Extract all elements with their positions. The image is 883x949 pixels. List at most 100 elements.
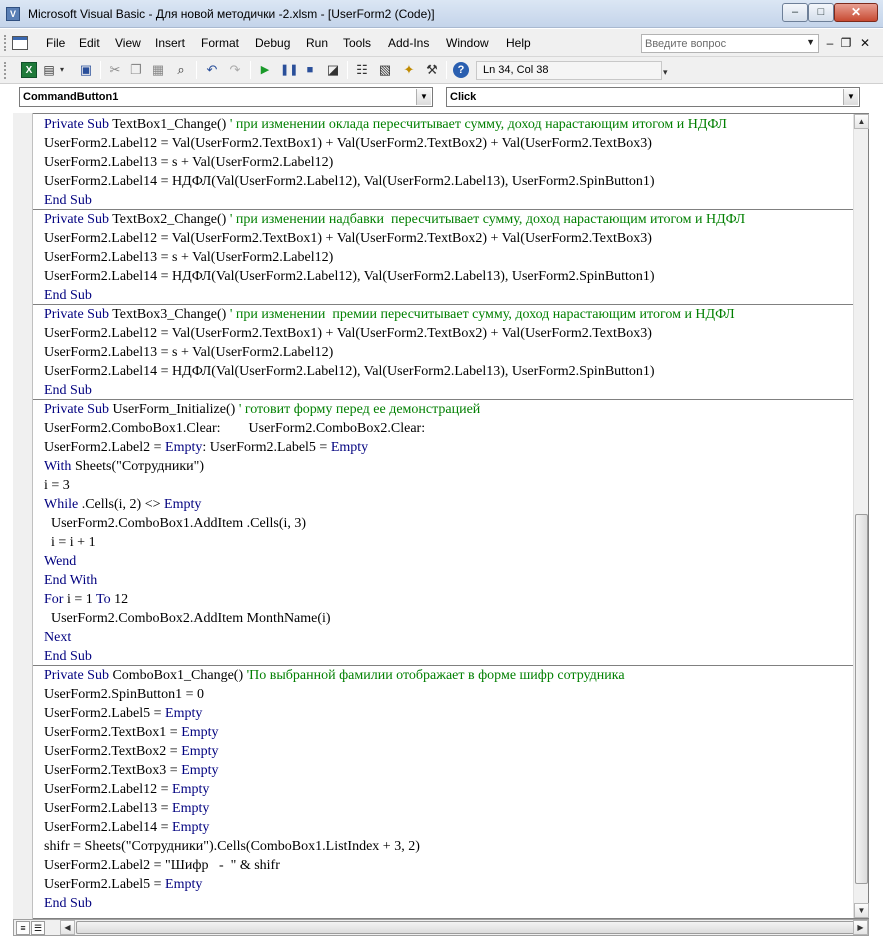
code-line[interactable]: UserForm2.Label14 = Empty [44, 818, 852, 837]
code-line[interactable]: End Sub [44, 647, 852, 666]
menu-window[interactable]: Window [446, 36, 489, 50]
horizontal-scroll-thumb[interactable] [76, 921, 856, 934]
chevron-down-icon[interactable]: ▼ [806, 37, 815, 47]
vertical-scrollbar[interactable]: ▲ ▼ [853, 114, 869, 918]
margin-indicator-bar[interactable] [13, 113, 33, 919]
code-line[interactable]: Wend [44, 552, 852, 571]
save-icon[interactable]: ▣ [78, 62, 94, 78]
copy-icon[interactable]: ❐ [128, 62, 144, 78]
code-line[interactable]: End Sub [44, 286, 852, 305]
code-line[interactable]: For i = 1 To 12 [44, 590, 852, 609]
code-line[interactable]: UserForm2.Label12 = Val(UserForm2.TextBo… [44, 324, 852, 343]
code-line[interactable]: UserForm2.Label5 = Empty [44, 704, 852, 723]
code-line[interactable]: Private Sub TextBox2_Change() ' при изме… [44, 210, 852, 229]
code-line[interactable]: UserForm2.Label13 = Empty [44, 799, 852, 818]
code-line[interactable]: Private Sub ComboBox1_Change() 'По выбра… [44, 666, 852, 685]
code-window-icon[interactable] [12, 36, 28, 50]
code-line[interactable]: Private Sub TextBox3_Change() ' при изме… [44, 305, 852, 324]
properties-icon[interactable]: ▧ [377, 62, 393, 78]
redo-icon[interactable]: ↷ [227, 62, 243, 78]
full-module-view-icon[interactable]: ☰ [31, 921, 45, 935]
help-question-input[interactable] [645, 37, 805, 51]
mdi-restore-button[interactable]: ❐ [839, 36, 853, 50]
toolbar-grip[interactable] [4, 62, 8, 79]
code-area[interactable]: Private Sub TextBox1_Change() ' при изме… [44, 115, 852, 917]
mdi-close-button[interactable]: ✕ [858, 36, 872, 50]
code-line[interactable]: UserForm2.TextBox2 = Empty [44, 742, 852, 761]
reset-icon[interactable]: ■ [302, 62, 318, 78]
minimize-button[interactable]: – [782, 3, 808, 22]
chevron-down-icon[interactable]: ▼ [843, 89, 858, 105]
code-line[interactable]: UserForm2.Label12 = Val(UserForm2.TextBo… [44, 134, 852, 153]
code-line[interactable]: UserForm2.TextBox1 = Empty [44, 723, 852, 742]
code-line[interactable]: End Sub [44, 191, 852, 210]
code-line[interactable]: UserForm2.Label14 = НДФЛ(Val(UserForm2.L… [44, 172, 852, 191]
code-line[interactable]: UserForm2.SpinButton1 = 0 [44, 685, 852, 704]
chevron-down-icon[interactable]: ▼ [416, 89, 431, 105]
paste-icon[interactable]: ▦ [150, 62, 166, 78]
code-line[interactable]: UserForm2.Label13 = s + Val(UserForm2.La… [44, 343, 852, 362]
code-line[interactable]: UserForm2.ComboBox1.AddItem .Cells(i, 3) [44, 514, 852, 533]
code-line[interactable]: UserForm2.Label2 = "Шифр - " & shifr [44, 856, 852, 875]
find-icon[interactable]: ⌕ [173, 62, 189, 78]
code-line[interactable]: UserForm2.Label12 = Val(UserForm2.TextBo… [44, 229, 852, 248]
excel-icon[interactable]: X [21, 62, 37, 78]
scroll-right-button[interactable]: ▶ [853, 920, 868, 935]
help-icon[interactable]: ? [453, 62, 469, 78]
code-line[interactable]: While .Cells(i, 2) <> Empty [44, 495, 852, 514]
code-line[interactable]: UserForm2.Label5 = Empty [44, 875, 852, 894]
code-line[interactable]: Private Sub UserForm_Initialize() ' гото… [44, 400, 852, 419]
menu-edit[interactable]: Edit [79, 36, 100, 50]
code-line[interactable]: End Sub [44, 381, 852, 400]
code-line[interactable]: UserForm2.ComboBox1.Clear: UserForm2.Com… [44, 419, 852, 438]
toolbox-icon[interactable]: ⚒ [424, 62, 440, 78]
code-line[interactable]: UserForm2.Label14 = НДФЛ(Val(UserForm2.L… [44, 362, 852, 381]
code-line[interactable]: UserForm2.Label13 = s + Val(UserForm2.La… [44, 153, 852, 172]
cut-icon[interactable]: ✂ [107, 62, 123, 78]
design-mode-icon[interactable]: ◪ [325, 62, 341, 78]
code-line[interactable]: UserForm2.ComboBox2.AddItem MonthName(i) [44, 609, 852, 628]
scroll-left-button[interactable]: ◀ [60, 920, 75, 935]
code-line[interactable]: UserForm2.Label13 = s + Val(UserForm2.La… [44, 248, 852, 267]
code-line[interactable]: UserForm2.TextBox3 = Empty [44, 761, 852, 780]
menu-format[interactable]: Format [201, 36, 239, 50]
code-line[interactable]: UserForm2.Label2 = Empty: UserForm2.Labe… [44, 438, 852, 457]
object-browser-icon[interactable]: ✦ [401, 62, 417, 78]
code-line[interactable]: End Sub [44, 894, 852, 913]
close-button[interactable]: ✕ [834, 3, 878, 22]
code-line[interactable]: i = i + 1 [44, 533, 852, 552]
maximize-button[interactable]: □ [808, 3, 834, 22]
insert-userform-icon[interactable]: ▤ [41, 62, 57, 78]
menu-insert[interactable]: Insert [155, 36, 185, 50]
procedure-view-icon[interactable]: ≡ [16, 921, 30, 935]
horizontal-scrollbar[interactable]: ≡ ☰ ◀ ▶ [13, 919, 869, 936]
object-combo[interactable]: CommandButton1 ▼ [19, 87, 433, 107]
procedure-combo[interactable]: Click ▼ [446, 87, 860, 107]
menu-debug[interactable]: Debug [255, 36, 290, 50]
project-explorer-icon[interactable]: ☷ [354, 62, 370, 78]
menu-help[interactable]: Help [506, 36, 531, 50]
code-line[interactable]: UserForm2.Label14 = НДФЛ(Val(UserForm2.L… [44, 267, 852, 286]
break-icon[interactable]: ❚❚ [280, 62, 298, 78]
help-question-box[interactable]: ▼ [641, 34, 819, 53]
code-line[interactable]: With Sheets("Сотрудники") [44, 457, 852, 476]
vertical-scroll-thumb[interactable] [855, 514, 868, 884]
run-icon[interactable]: ▶ [257, 62, 273, 78]
insert-dropdown-icon[interactable]: ▾ [58, 62, 66, 78]
code-line[interactable]: UserForm2.Label12 = Empty [44, 780, 852, 799]
menu-view[interactable]: View [115, 36, 141, 50]
code-line[interactable]: Next [44, 628, 852, 647]
menubar-grip[interactable] [4, 35, 8, 51]
scroll-up-button[interactable]: ▲ [854, 114, 869, 129]
mdi-minimize-button[interactable]: – [823, 36, 837, 50]
menu-tools[interactable]: Tools [343, 36, 371, 50]
code-line[interactable]: End With [44, 571, 852, 590]
menu-file[interactable]: File [46, 36, 65, 50]
scroll-down-button[interactable]: ▼ [854, 903, 869, 918]
menu-run[interactable]: Run [306, 36, 328, 50]
menu-add-ins[interactable]: Add-Ins [388, 36, 429, 50]
code-line[interactable]: Private Sub TextBox1_Change() ' при изме… [44, 115, 852, 134]
toolbar-overflow-icon[interactable]: ▾ [663, 67, 668, 78]
undo-icon[interactable]: ↶ [204, 62, 220, 78]
code-line[interactable]: i = 3 [44, 476, 852, 495]
